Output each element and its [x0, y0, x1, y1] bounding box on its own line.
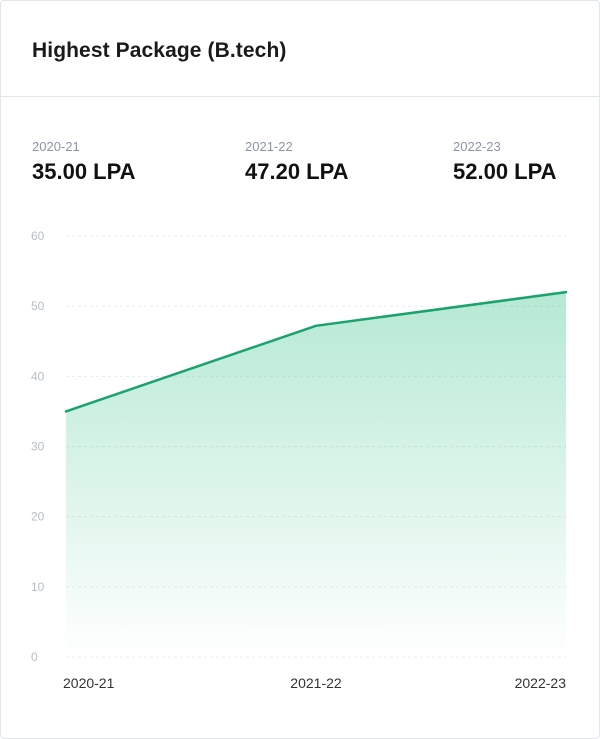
area-fill	[66, 292, 566, 657]
x-tick-label: 2021-22	[290, 675, 342, 691]
y-tick-label: 0	[31, 650, 38, 664]
x-axis-ticks: 2020-21 2021-22 2022-23	[63, 675, 566, 691]
y-tick-label: 30	[31, 440, 45, 454]
y-axis-ticks: 0 10 20 30 40 50 60	[31, 229, 45, 664]
series-area	[66, 292, 566, 657]
area-chart: 0 10 20 30 40 50 60 2020-21 2021-22 2022-23	[31, 229, 568, 691]
x-tick-label: 2020-21	[63, 675, 115, 691]
y-tick-label: 20	[31, 510, 45, 524]
y-tick-label: 10	[31, 580, 45, 594]
y-tick-label: 50	[31, 299, 45, 313]
x-tick-label: 2022-23	[515, 675, 567, 691]
y-tick-label: 60	[31, 229, 45, 243]
y-tick-label: 40	[31, 369, 45, 383]
